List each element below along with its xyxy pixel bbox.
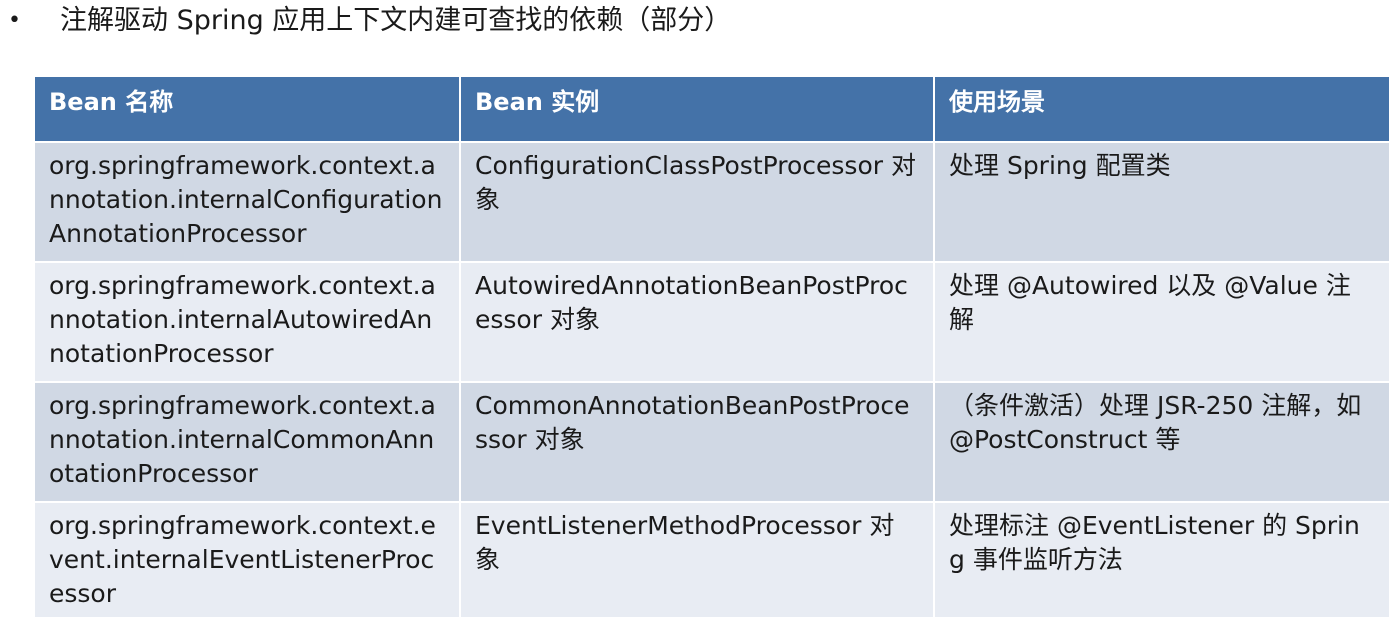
heading-text: 注解驱动 Spring 应用上下文内建可查找的依赖（部分）	[60, 5, 732, 36]
header-usage: 使用场景	[933, 75, 1389, 143]
cell-bean-name: org.springframework.context.annotation.i…	[33, 261, 461, 383]
cell-bean-instance: CommonAnnotationBeanPostProcessor 对象	[459, 381, 935, 503]
cell-bean-name: org.springframework.context.annotation.i…	[33, 141, 461, 263]
table-header-row: Bean 名称 Bean 实例 使用场景	[33, 75, 1389, 143]
cell-bean-instance: EventListenerMethodProcessor 对象	[459, 501, 935, 619]
bullet-icon: •	[8, 8, 21, 33]
cell-usage: （条件激活）处理 JSR-250 注解，如 @PostConstruct 等	[933, 381, 1389, 503]
table-row: org.springframework.context.annotation.i…	[33, 381, 1389, 503]
header-bean-instance: Bean 实例	[459, 75, 935, 143]
cell-bean-name: org.springframework.context.event.intern…	[33, 501, 461, 619]
header-bean-name: Bean 名称	[33, 75, 461, 143]
bean-table: Bean 名称 Bean 实例 使用场景 org.springframework…	[33, 75, 1389, 619]
cell-usage: 处理 Spring 配置类	[933, 141, 1389, 263]
cell-bean-instance: ConfigurationClassPostProcessor 对象	[459, 141, 935, 263]
table-row: org.springframework.context.annotation.i…	[33, 261, 1389, 383]
cell-usage: 处理标注 @EventListener 的 Spring 事件监听方法	[933, 501, 1389, 619]
cell-usage: 处理 @Autowired 以及 @Value 注解	[933, 261, 1389, 383]
cell-bean-name: org.springframework.context.annotation.i…	[33, 381, 461, 503]
table-row: org.springframework.context.event.intern…	[33, 501, 1389, 619]
cell-bean-instance: AutowiredAnnotationBeanPostProcessor 对象	[459, 261, 935, 383]
table-row: org.springframework.context.annotation.i…	[33, 141, 1389, 263]
